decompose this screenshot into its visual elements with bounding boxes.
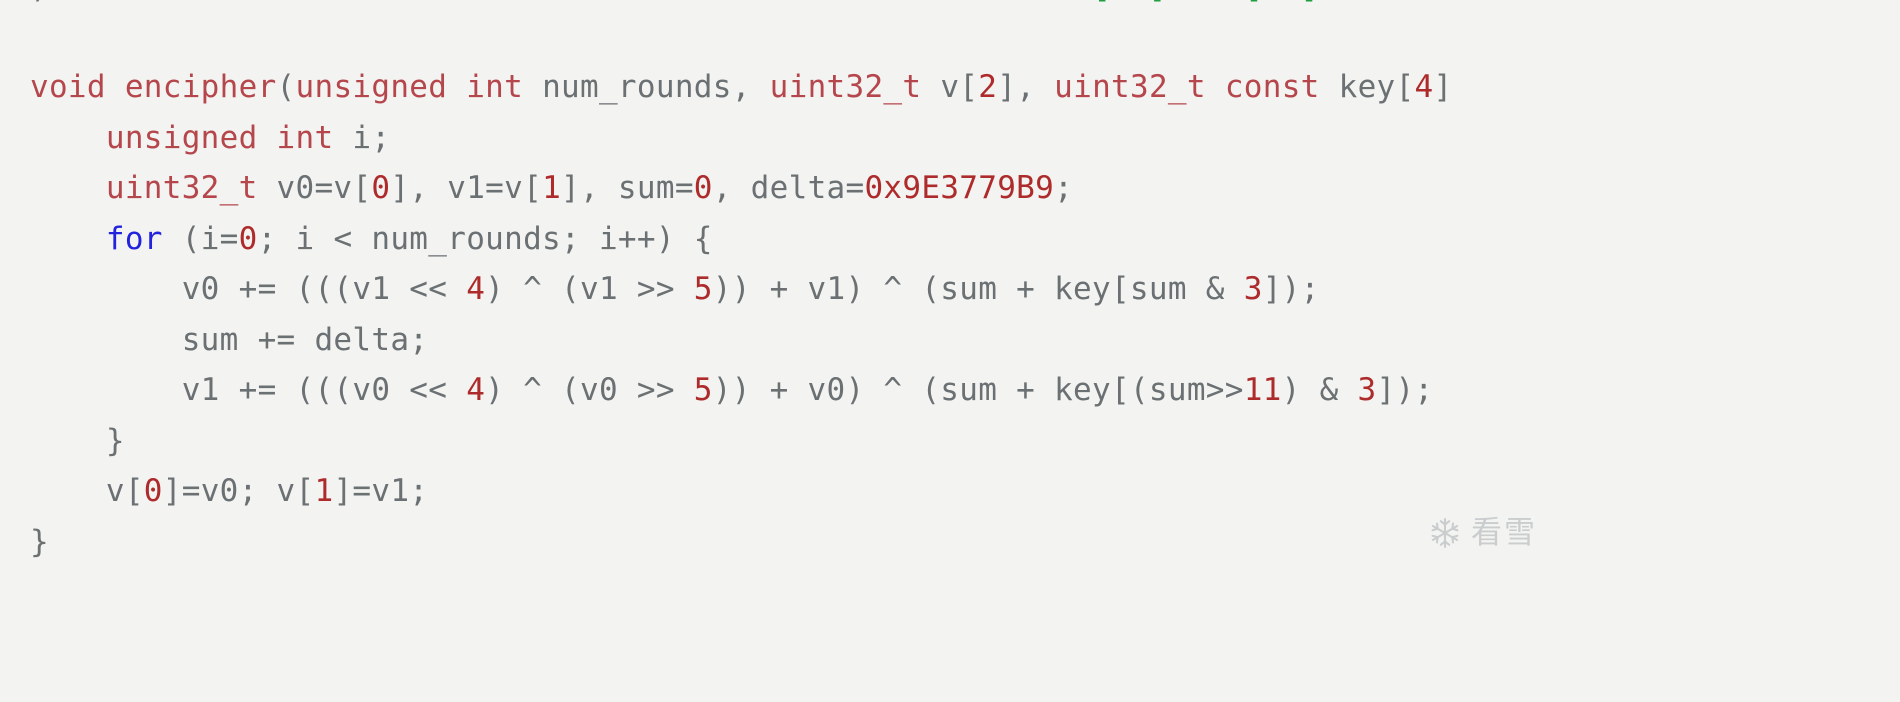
code-token: ], [997, 69, 1055, 105]
code-token: v0=v[ [257, 170, 372, 206]
code-line: void encipher(unsigned int num_rounds, u… [0, 62, 1900, 113]
code-token: void [30, 69, 106, 105]
code-token: )) + v0) ^ (sum + key[(sum>> [712, 372, 1244, 408]
code-token: ) ^ (v1 >> [485, 271, 694, 307]
code-line: uint32_t v0=v[0], v1=v[1], sum=0, delta=… [0, 163, 1900, 214]
code-token: 0 [238, 220, 258, 257]
code-token: encipher [124, 69, 277, 105]
code-token: 4 [466, 271, 486, 307]
code-line: sum += delta; [0, 315, 1900, 366]
code-token: key[ [1319, 69, 1415, 105]
code-token: ) ^ (v0 >> [485, 372, 694, 408]
code-token: 1 [542, 170, 562, 206]
code-token: v0 += (((v1 << [181, 271, 467, 307]
clipped-code-line: , [ ] [ ] ] [ ] ] [ ] [0, 0, 1900, 13]
code-token: 1 [314, 473, 334, 509]
code-line-clipped: , [ ] [ ] ] [ ] ] [ ] [0, 0, 1900, 13]
code-line: v[0]=v0; v[1]=v1; [0, 466, 1900, 517]
code-token: 5 [693, 372, 713, 408]
code-token: ] [1433, 69, 1453, 105]
code-token: ; [1054, 170, 1074, 206]
code-token: ; i < num_rounds; i++) { [257, 220, 713, 257]
code-token: v[ [921, 69, 979, 105]
code-token: i; [333, 119, 391, 156]
code-token: ]); [1376, 372, 1434, 408]
code-token: unsigned [105, 119, 258, 156]
code-token: )) + v1) ^ (sum + key[sum & [712, 271, 1244, 307]
code-token: sum += delta; [181, 321, 429, 358]
code-token: , delta= [712, 170, 865, 206]
code-token: 2 [978, 69, 998, 105]
code-token: 11 [1243, 372, 1282, 408]
code-line: v0 += (((v1 << 4) ^ (v1 >> 5)) + v1) ^ (… [0, 264, 1900, 315]
code-token: for [105, 220, 163, 257]
code-token: ]=v1; [333, 473, 429, 509]
code-token: ) & [1281, 372, 1358, 408]
code-token: 0 [693, 170, 713, 206]
code-token: const [1224, 69, 1320, 105]
code-token: 4 [1414, 69, 1434, 105]
code-token: 0 [143, 473, 163, 509]
code-token: 0 [371, 170, 391, 206]
code-token: ]=v0; v[ [162, 473, 315, 509]
code-token: 3 [1243, 271, 1263, 307]
code-token: ( [276, 69, 296, 105]
code-line: } [0, 517, 1900, 568]
code-token: v[ [105, 473, 144, 509]
code-token: 4 [466, 372, 486, 408]
code-token: uint32_t [105, 170, 258, 206]
code-token: } [30, 523, 49, 560]
code-token: v1 += (((v0 << [181, 372, 467, 408]
code-token: uint32_t [769, 69, 922, 105]
code-line: unsigned int i; [0, 113, 1900, 164]
code-token: int [276, 119, 334, 156]
code-token: (i= [162, 220, 239, 257]
code-token: num_rounds, [523, 69, 770, 105]
code-token: int [466, 69, 524, 105]
code-token: unsigned [295, 69, 448, 105]
code-line: v1 += (((v0 << 4) ^ (v0 >> 5)) + v0) ^ (… [0, 365, 1900, 416]
code-line: for (i=0; i < num_rounds; i++) { [0, 214, 1900, 265]
code-line: } [0, 416, 1900, 467]
code-token: } [105, 422, 125, 459]
code-token: 5 [693, 271, 713, 307]
code-token: ]); [1262, 271, 1320, 307]
code-token: uint32_t [1054, 69, 1206, 105]
code-lines: void encipher(unsigned int num_rounds, u… [0, 62, 1900, 567]
screenshot-root: , [ ] [ ] ] [ ] ] [ ] void encipher(unsi… [0, 0, 1900, 702]
code-token: 0x9E3779B9 [864, 170, 1055, 206]
code-token: ], v1=v[ [390, 170, 543, 206]
code-token: 3 [1357, 372, 1377, 408]
code-token: ], sum= [561, 170, 694, 206]
